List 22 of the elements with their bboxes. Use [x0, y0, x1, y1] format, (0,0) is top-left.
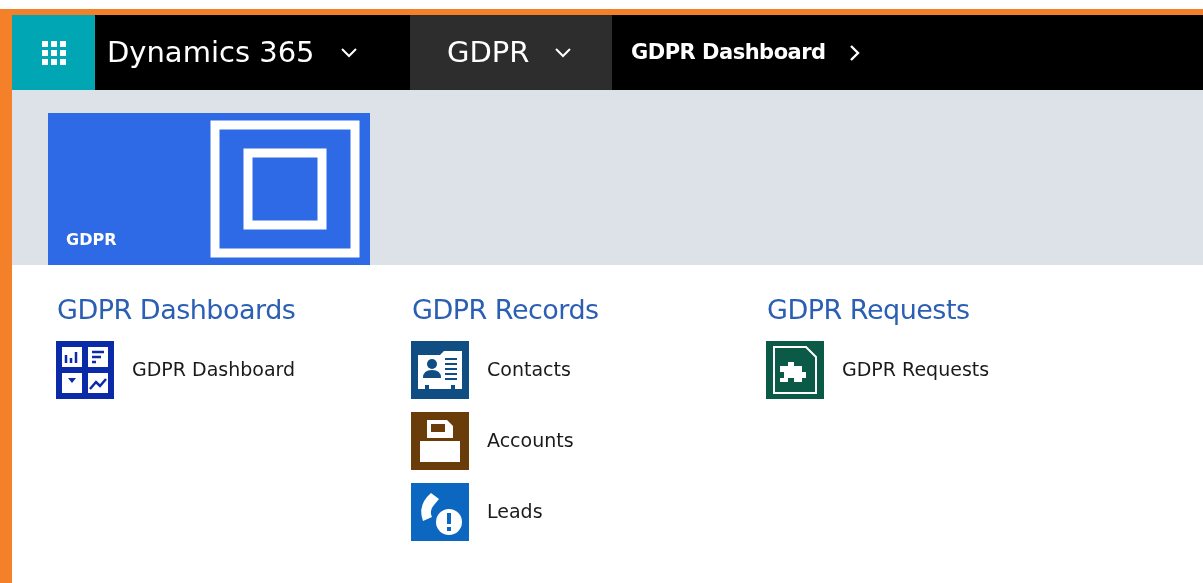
nav-link[interactable]: Contacts: [487, 355, 571, 384]
nav-link[interactable]: Accounts: [487, 426, 574, 455]
square-frame-icon: [210, 120, 360, 258]
chevron-down-icon: [340, 47, 357, 58]
nav-link[interactable]: GDPR Requests: [842, 355, 990, 384]
section-heading: GDPR Requests: [767, 293, 971, 327]
phone-alert-icon[interactable]: [411, 482, 469, 541]
chevron-right-icon: [849, 44, 860, 61]
area-tile[interactable]: GDPR: [48, 113, 370, 265]
nav-link[interactable]: GDPR Dashboard: [132, 355, 296, 384]
nav-link[interactable]: Leads: [487, 497, 543, 526]
breadcrumb-link[interactable]: GDPR Dashboard: [612, 15, 860, 90]
folder-icon[interactable]: [411, 411, 469, 470]
chevron-down-icon: [555, 47, 572, 58]
dashboard-icon[interactable]: [56, 340, 114, 399]
section-heading: GDPR Dashboards: [57, 293, 297, 327]
area-switcher-button[interactable]: GDPR: [410, 15, 612, 90]
puzzle-document-icon[interactable]: [766, 340, 824, 399]
section-heading: GDPR Records: [412, 293, 600, 327]
waffle-icon: [41, 40, 66, 65]
app-launcher-button[interactable]: [12, 15, 95, 90]
contact-card-icon[interactable]: [411, 340, 469, 399]
